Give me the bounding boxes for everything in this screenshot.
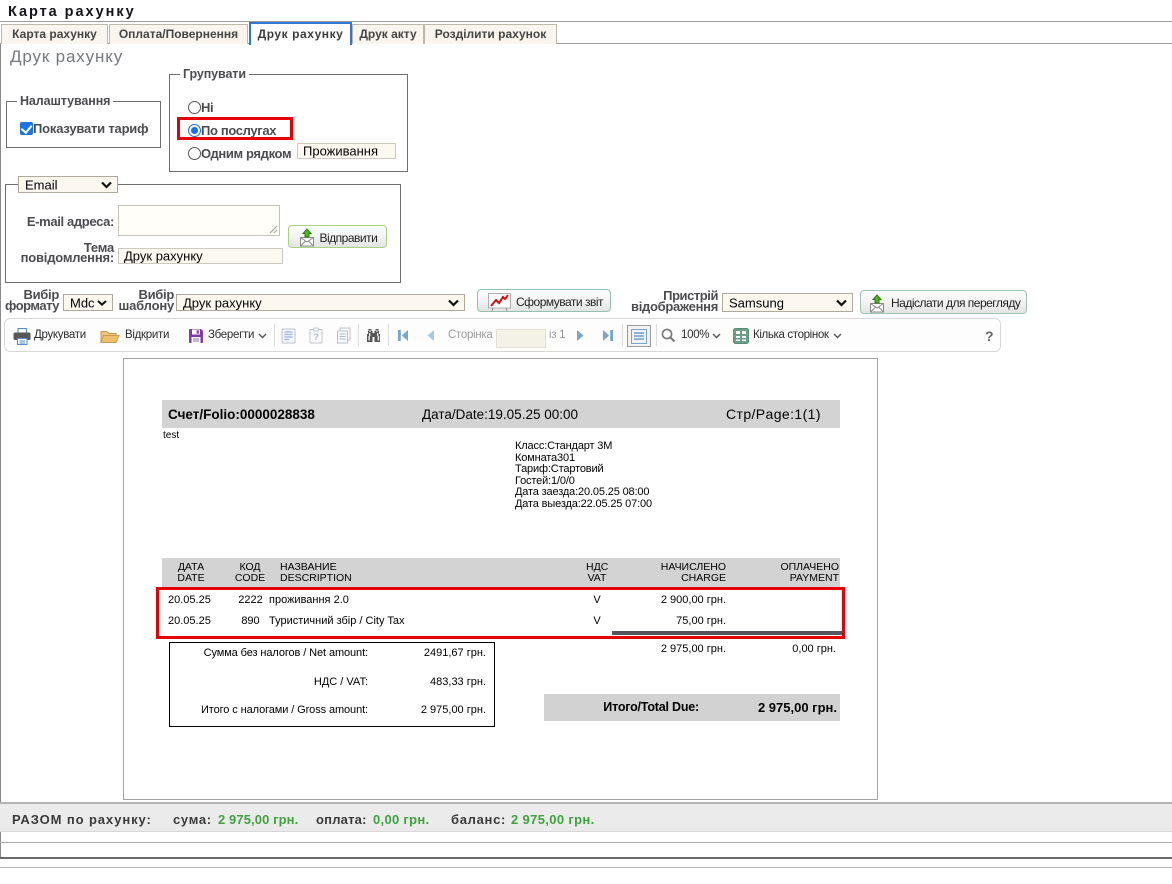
svg-text:?: ? <box>313 332 319 342</box>
